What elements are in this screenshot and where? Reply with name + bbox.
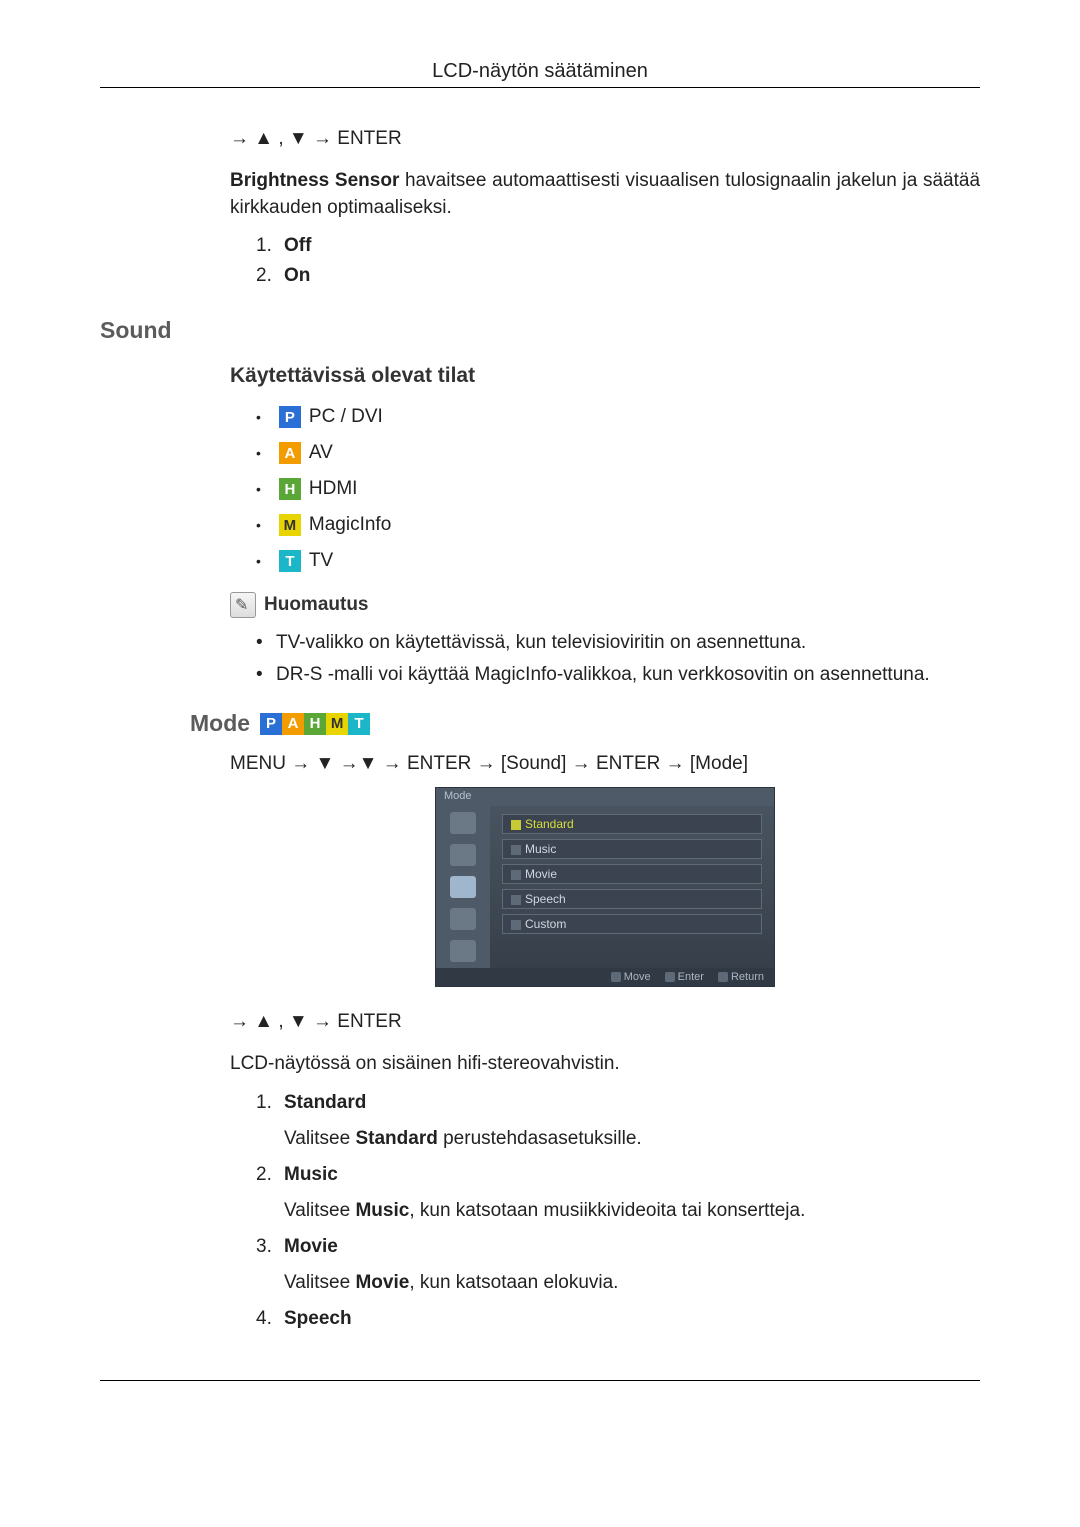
mode-item-standard-desc: Valitsee Standard perustehdasasetuksille… bbox=[284, 1128, 980, 1150]
t-icon: T bbox=[348, 713, 370, 735]
osd-side-icon bbox=[450, 908, 476, 930]
mode-nav: → ▲ , ▼ → ENTER bbox=[230, 1011, 980, 1033]
mode-item-speech: 4.Speech bbox=[256, 1308, 980, 1330]
divider-bottom bbox=[100, 1380, 980, 1381]
osd-side-icon bbox=[450, 940, 476, 962]
osd-panel: Mode Standard Music Movie Speech Custom bbox=[435, 787, 775, 987]
mode-desc-list: 1.Standard Valitsee Standard perustehdas… bbox=[230, 1092, 980, 1330]
brightness-desc: Brightness Sensor havaitsee automaattise… bbox=[230, 168, 980, 221]
mode-av: AAV bbox=[256, 442, 980, 464]
divider-top bbox=[100, 87, 980, 88]
note-icon bbox=[230, 592, 256, 618]
note-2: DR-S -malli voi käyttää MagicInfo-valikk… bbox=[256, 664, 980, 686]
osd-footer-move: Move bbox=[611, 971, 651, 983]
mode-heading: Mode P A H M T bbox=[190, 710, 980, 737]
sound-heading: Sound bbox=[100, 317, 980, 344]
osd-screenshot: Mode Standard Music Movie Speech Custom bbox=[230, 787, 980, 987]
mode-hdmi: HHDMI bbox=[256, 478, 980, 500]
note-1: TV-valikko on käytettävissä, kun televis… bbox=[256, 632, 980, 654]
osd-main: Standard Music Movie Speech Custom bbox=[490, 806, 774, 968]
page-header: LCD-näytön säätäminen bbox=[100, 60, 980, 83]
osd-side-icon bbox=[450, 812, 476, 834]
brightness-nav: → ▲ , ▼ → ENTER bbox=[230, 128, 980, 150]
osd-item-speech: Speech bbox=[502, 889, 762, 909]
osd-item-custom: Custom bbox=[502, 914, 762, 934]
mode-intro: LCD-näytössä on sisäinen hifi-stereovahv… bbox=[230, 1051, 980, 1078]
note-row: Huomautus bbox=[230, 592, 980, 618]
osd-footer-enter: Enter bbox=[665, 971, 704, 983]
h-icon: H bbox=[279, 478, 301, 500]
osd-side-icon bbox=[450, 844, 476, 866]
osd-item-movie: Movie bbox=[502, 864, 762, 884]
mode-item-music: 2.Music Valitsee Music, kun katsotaan mu… bbox=[256, 1164, 980, 1222]
mode-item-movie: 3.Movie Valitsee Movie, kun katsotaan el… bbox=[256, 1236, 980, 1294]
mode-item-music-desc: Valitsee Music, kun katsotaan musiikkivi… bbox=[284, 1200, 980, 1222]
note-label: Huomautus bbox=[264, 594, 369, 616]
osd-item-standard: Standard bbox=[502, 814, 762, 834]
osd-footer: Move Enter Return bbox=[436, 968, 774, 986]
note-list: TV-valikko on käytettävissä, kun televis… bbox=[230, 632, 980, 686]
sound-modes-list: PPC / DVI AAV HHDMI MMagicInfo TTV bbox=[230, 406, 980, 572]
osd-footer-return: Return bbox=[718, 971, 764, 983]
mode-pc-dvi: PPC / DVI bbox=[256, 406, 980, 428]
h-icon: H bbox=[304, 713, 326, 735]
m-icon: M bbox=[279, 514, 301, 536]
osd-item-music: Music bbox=[502, 839, 762, 859]
mode-icon-strip: P A H M T bbox=[260, 713, 370, 735]
osd-side-icon-selected bbox=[450, 876, 476, 898]
p-icon: P bbox=[279, 406, 301, 428]
osd-title: Mode bbox=[436, 788, 774, 806]
osd-sidebar bbox=[436, 806, 490, 968]
a-icon: A bbox=[282, 713, 304, 735]
brightness-option-off: 1.Off bbox=[256, 235, 980, 257]
mode-item-movie-desc: Valitsee Movie, kun katsotaan elokuvia. bbox=[284, 1272, 980, 1294]
sound-modes-heading: Käytettävissä olevat tilat bbox=[230, 364, 980, 388]
mode-item-standard: 1.Standard Valitsee Standard perustehdas… bbox=[256, 1092, 980, 1150]
m-icon: M bbox=[326, 713, 348, 735]
t-icon: T bbox=[279, 550, 301, 572]
content-area: → ▲ , ▼ → ENTER Brightness Sensor havait… bbox=[230, 128, 980, 1330]
mode-magicinfo: MMagicInfo bbox=[256, 514, 980, 536]
brightness-option-on: 2.On bbox=[256, 265, 980, 287]
a-icon: A bbox=[279, 442, 301, 464]
mode-menu-path: MENU → ▼ →▼ → ENTER → [Sound] → ENTER → … bbox=[230, 753, 980, 775]
p-icon: P bbox=[260, 713, 282, 735]
brightness-desc-strong: Brightness Sensor bbox=[230, 170, 399, 191]
mode-tv: TTV bbox=[256, 550, 980, 572]
brightness-options: 1.Off 2.On bbox=[230, 235, 980, 287]
